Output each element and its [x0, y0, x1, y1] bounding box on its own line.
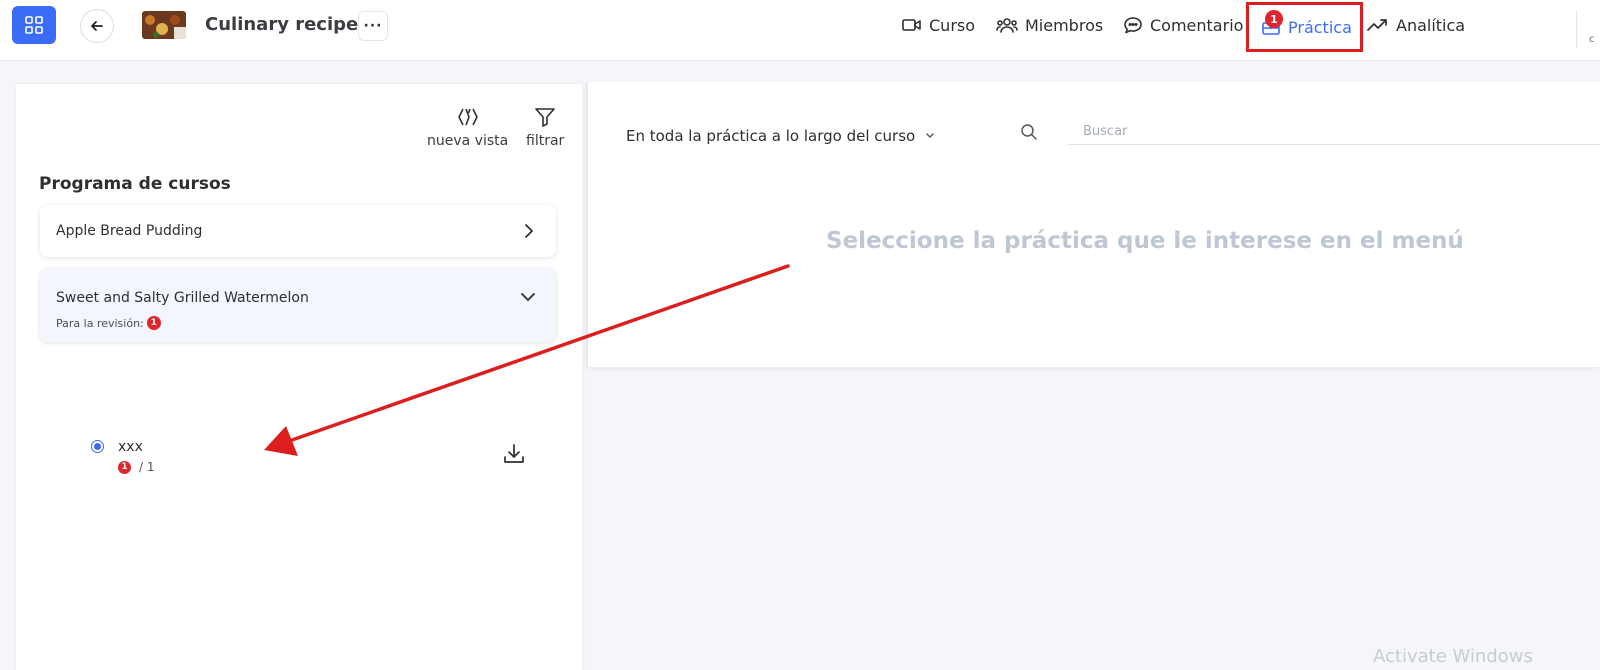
empty-state-message: Seleccione la práctica que le interese e…	[826, 228, 1464, 254]
nav-tab-curso[interactable]: Curso	[902, 0, 975, 50]
section-title: Programa de cursos	[39, 174, 231, 194]
review-count-badge: 1	[146, 316, 161, 330]
chevron-down-icon	[521, 293, 535, 301]
review-label: Para la revisión:	[56, 316, 144, 330]
course-item-title: Sweet and Salty Grilled Watermelon	[56, 290, 309, 306]
windows-activation-watermark: Activate Windows	[1373, 646, 1533, 667]
course-title: Culinary recipes	[205, 14, 369, 35]
view-toggle-icon	[457, 108, 478, 126]
header-cut-off-text: c	[1589, 34, 1595, 45]
course-item-sweet-salty-watermelon[interactable]: Sweet and Salty Grilled Watermelon Para …	[40, 268, 556, 342]
scope-dropdown[interactable]: En toda la práctica a lo largo del curso	[626, 127, 935, 145]
filter-label: filtrar	[526, 133, 565, 149]
nav-tab-comentario[interactable]: Comentario	[1123, 0, 1243, 50]
nav-tab-practica[interactable]: 1 Práctica	[1246, 2, 1363, 52]
chevron-down-icon	[926, 133, 934, 138]
nav-tab-miembros[interactable]: Miembros	[996, 0, 1103, 50]
more-options-button[interactable]: ···	[358, 11, 388, 41]
practica-count-badge: 1	[1265, 10, 1283, 28]
nav-tab-label: Analítica	[1396, 15, 1466, 35]
total-count: / 1	[139, 460, 155, 474]
filter-button[interactable]: filtrar	[526, 106, 564, 149]
arrow-left-icon	[91, 21, 103, 31]
filter-funnel-icon	[535, 108, 555, 127]
course-item-title: Apple Bread Pudding	[56, 223, 203, 239]
comment-bubble-icon	[1123, 16, 1143, 34]
header-divider	[1576, 10, 1577, 48]
apps-grid-button[interactable]	[12, 6, 56, 44]
search-icon[interactable]	[1020, 123, 1038, 141]
new-view-button[interactable]: nueva vista	[427, 106, 508, 149]
course-thumbnail	[142, 11, 186, 39]
trending-up-icon	[1367, 18, 1389, 32]
review-status: Para la revisión: 1	[56, 316, 161, 330]
pending-count-badge: 1	[118, 460, 131, 474]
top-bar: Culinary recipes ··· Curso Miembros Come…	[0, 0, 1600, 61]
practice-item[interactable]: xxx 1 / 1	[90, 439, 530, 479]
practice-radio[interactable]	[91, 440, 104, 453]
practice-name: xxx	[118, 439, 143, 455]
scope-label: En toda la práctica a lo largo del curso	[626, 127, 916, 145]
video-camera-icon	[902, 17, 922, 33]
nav-tab-label: Curso	[929, 15, 976, 35]
nav-tab-analitica[interactable]: Analítica	[1367, 0, 1465, 50]
grid-icon	[25, 16, 43, 34]
practice-submission-count: 1 / 1	[118, 460, 155, 474]
nav-tab-label: Miembros	[1025, 15, 1104, 35]
nav-tab-label: Práctica	[1288, 17, 1352, 37]
download-icon[interactable]	[502, 442, 526, 466]
back-button[interactable]	[80, 9, 114, 43]
search-input[interactable]	[1068, 118, 1600, 145]
course-program-panel: nueva vista filtrar Programa de cursos A…	[16, 84, 582, 670]
chevron-right-icon	[525, 224, 533, 238]
nav-tab-label: Comentario	[1150, 15, 1244, 35]
course-item-apple-bread-pudding[interactable]: Apple Bread Pudding	[40, 205, 556, 257]
practice-detail-panel: En toda la práctica a lo largo del curso…	[586, 82, 1600, 367]
new-view-label: nueva vista	[427, 133, 509, 149]
users-icon	[996, 17, 1018, 33]
